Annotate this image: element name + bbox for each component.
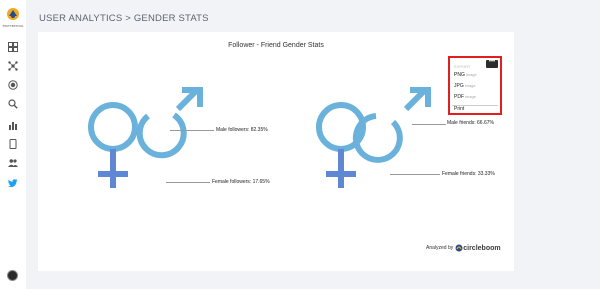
- copy-icon[interactable]: [7, 138, 19, 150]
- analyzed-by-footer: Analyzed by circleboom: [426, 244, 501, 252]
- twitter-icon[interactable]: [7, 177, 19, 189]
- app-logo-text: TWITTERTOOL: [2, 24, 24, 28]
- export-jpg-item[interactable]: JPGimage: [454, 83, 476, 89]
- female-friends-label: Female friends: 33.33%: [442, 171, 495, 177]
- export-menu-header: EXPORT: [454, 64, 471, 69]
- user-avatar[interactable]: [7, 270, 18, 281]
- circleboom-logo: circleboom: [455, 244, 501, 252]
- export-menu: ••• EXPORT PNGimage JPGimage PDFimage Pr…: [448, 56, 502, 115]
- app-logo[interactable]: [6, 7, 20, 21]
- followers-gender-symbol: [88, 87, 203, 188]
- export-png-label: PNG: [454, 72, 465, 78]
- female-friends-leader: [390, 174, 440, 175]
- export-pdf-item[interactable]: PDFimage: [454, 94, 476, 100]
- export-jpg-sub: image: [464, 83, 476, 88]
- search-icon[interactable]: [7, 98, 19, 110]
- export-png-item[interactable]: PNGimage: [454, 72, 477, 78]
- export-pdf-sub: image: [465, 94, 476, 99]
- female-followers-label: Female followers: 17.65%: [212, 179, 270, 185]
- print-item[interactable]: Print: [454, 106, 464, 112]
- male-symbol: [136, 87, 203, 159]
- friends-gender-symbol: [316, 87, 431, 188]
- sidebar: TWITTERTOOL: [0, 0, 26, 289]
- export-menu-button[interactable]: •••: [486, 59, 498, 68]
- male-friends-leader: [412, 124, 446, 125]
- male-followers-label: Male followers: 82.35%: [216, 127, 268, 133]
- chart-title: Follower - Friend Gender Stats: [228, 42, 324, 49]
- export-jpg-label: JPG: [454, 83, 464, 89]
- male-followers-leader: [170, 130, 214, 131]
- circleboom-icon: [455, 244, 463, 252]
- users-icon[interactable]: [7, 157, 19, 169]
- export-pdf-label: PDF: [454, 94, 464, 100]
- dashboard-icon[interactable]: [7, 41, 19, 53]
- analyzed-by-text: Analyzed by: [426, 245, 454, 251]
- page-title: USER ANALYTICS > GENDER STATS: [39, 13, 209, 24]
- export-png-sub: image: [465, 72, 477, 77]
- target-icon[interactable]: [7, 79, 19, 91]
- male-friends-label: Male friends: 66.67%: [447, 120, 494, 126]
- analytics-icon[interactable]: [7, 119, 19, 131]
- circleboom-brand: circleboom: [463, 244, 501, 252]
- female-symbol: [88, 102, 138, 188]
- network-icon[interactable]: [7, 60, 19, 72]
- female-followers-leader: [166, 182, 210, 183]
- gender-stats-card: Follower - Friend Gender Stats Male foll…: [38, 32, 514, 271]
